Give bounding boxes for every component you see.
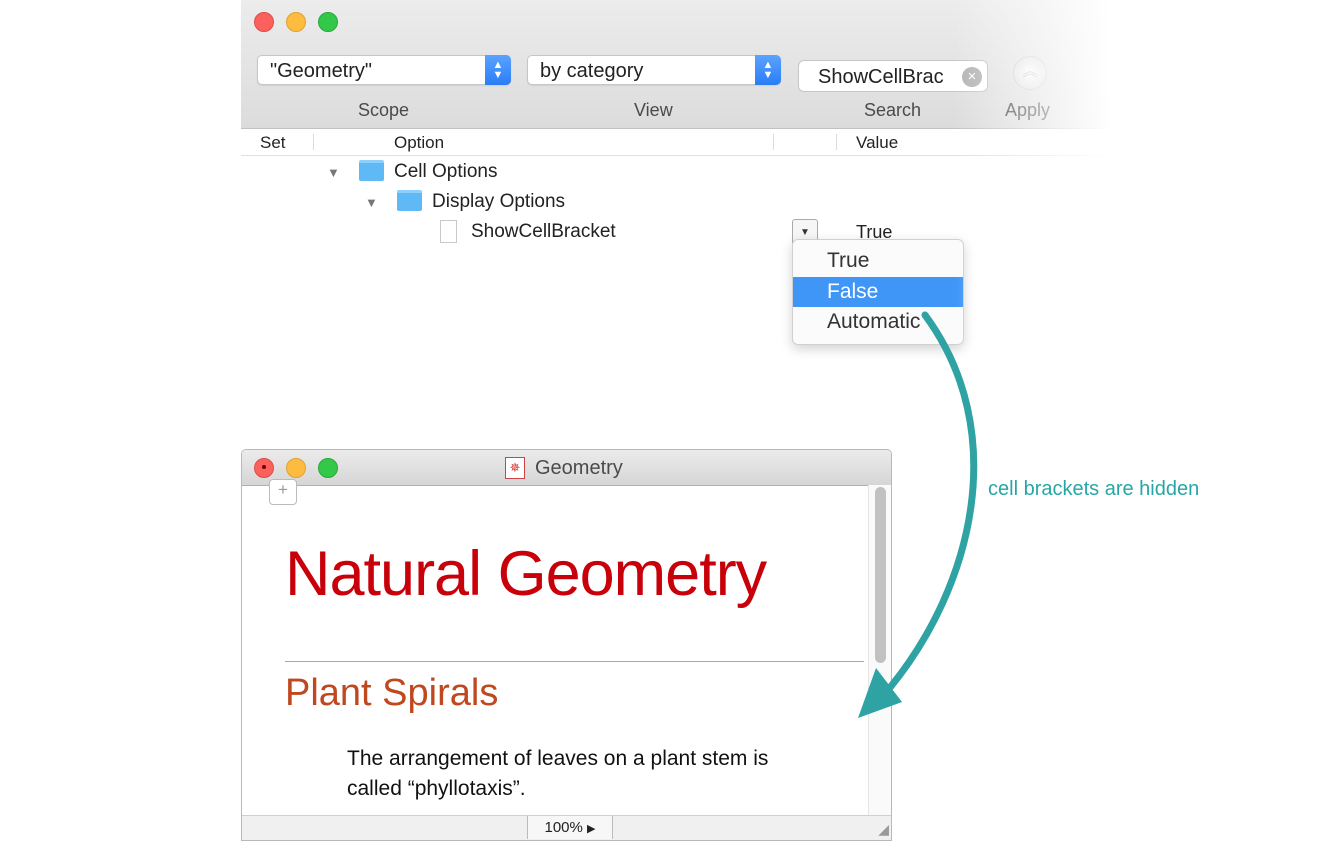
arrow-curve — [884, 311, 978, 694]
annotation-label: cell brackets are hidden — [988, 478, 1200, 500]
annotation-arrow — [858, 311, 978, 718]
